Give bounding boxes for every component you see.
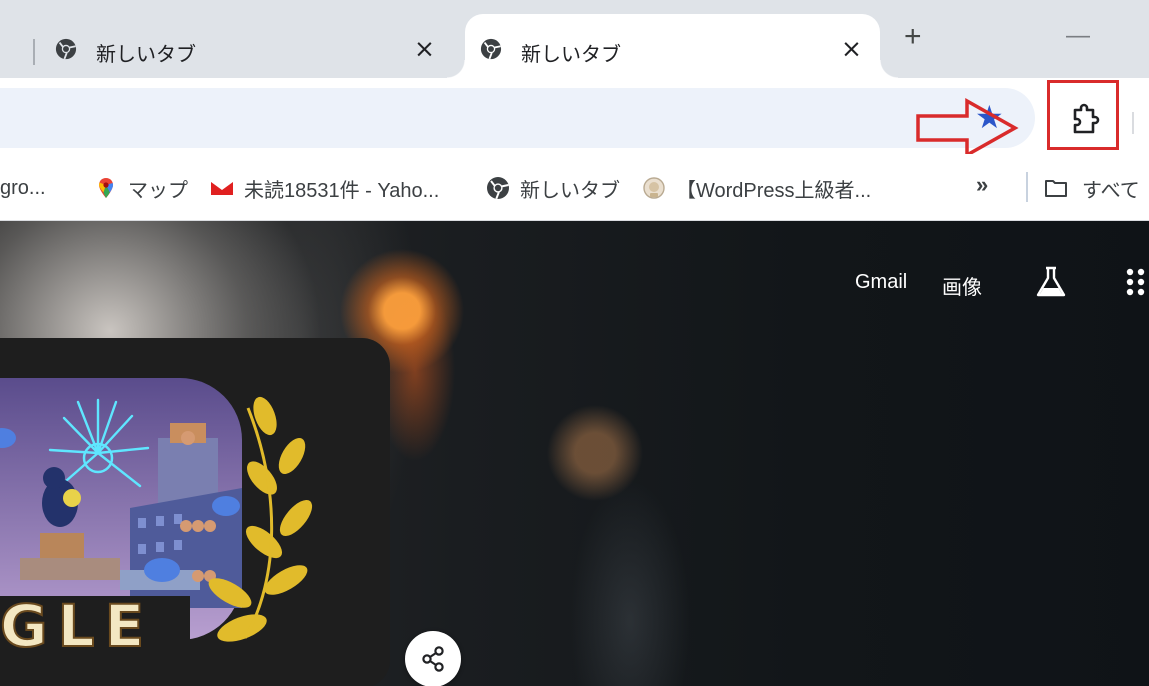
maps-pin-icon: [99, 178, 113, 198]
tab-strip: 新しいタブ × 新しいタブ × + —: [0, 0, 1149, 78]
all-bookmarks-button[interactable]: すべて: [1042, 174, 1140, 202]
google-apps-grid-icon[interactable]: [1124, 265, 1149, 299]
bookmark-label: マップ: [128, 179, 188, 202]
bookmark-item-mail[interactable]: 未読18531件 - Yaho...: [210, 174, 439, 202]
new-tab-button[interactable]: +: [904, 22, 922, 52]
chrome-icon: [480, 38, 502, 60]
bookmark-item-maps[interactable]: マップ: [94, 174, 188, 202]
images-link[interactable]: 画像: [942, 271, 982, 300]
bookmark-item-wordpress[interactable]: 【WordPress上級者...: [642, 174, 871, 202]
bookmark-item[interactable]: gro...: [0, 174, 46, 202]
bookmark-label: gro...: [0, 176, 46, 199]
share-doodle-button[interactable]: [405, 631, 461, 686]
tab-close-button[interactable]: ×: [414, 34, 435, 63]
all-bookmarks-label: すべて: [1082, 179, 1140, 202]
bookmarks-overflow-button[interactable]: »: [976, 172, 988, 198]
site-favicon-icon: [643, 177, 665, 199]
tab-title: 新しいタブ: [521, 44, 621, 66]
minimize-window-button[interactable]: —: [1066, 22, 1090, 50]
bookmark-label: 【WordPress上級者...: [676, 179, 872, 202]
chrome-icon: [487, 177, 509, 200]
bookmark-label: 新しいタブ: [520, 179, 620, 202]
tab-inactive[interactable]: 新しいタブ ×: [0, 14, 465, 78]
tab-close-button[interactable]: ×: [841, 34, 862, 63]
gmail-link[interactable]: Gmail: [855, 271, 907, 294]
mail-icon: [210, 180, 234, 195]
labs-flask-icon[interactable]: [1034, 265, 1068, 299]
new-tab-page-background: Gmail 画像 GLE: [0, 221, 1149, 686]
bookmarks-bar: gro... マップ 未読18531件 - Yaho... 新しいタブ 【Wor…: [0, 154, 1149, 221]
bookmark-label: 未読18531件 - Yaho...: [244, 179, 440, 202]
omnibox[interactable]: ★: [0, 88, 1035, 148]
extensions-puzzle-icon[interactable]: [1064, 101, 1104, 141]
bookmark-item-newtab[interactable]: 新しいタブ: [486, 174, 620, 202]
tab-separator: [33, 39, 35, 65]
tab-active[interactable]: 新しいタブ ×: [447, 14, 898, 78]
address-bar-input[interactable]: [0, 88, 980, 148]
google-doodle-card[interactable]: GLE: [0, 338, 390, 686]
tab-title: 新しいタブ: [96, 44, 196, 66]
chrome-icon: [55, 38, 77, 60]
toolbar-divider: [1132, 112, 1134, 134]
share-icon: [422, 646, 444, 672]
bookmarks-separator: [1026, 172, 1028, 202]
folder-icon: [1045, 180, 1067, 197]
doodle-text: GLE: [0, 591, 155, 661]
annotation-arrow: [916, 98, 1019, 158]
toolbar: ★: [0, 78, 1149, 158]
